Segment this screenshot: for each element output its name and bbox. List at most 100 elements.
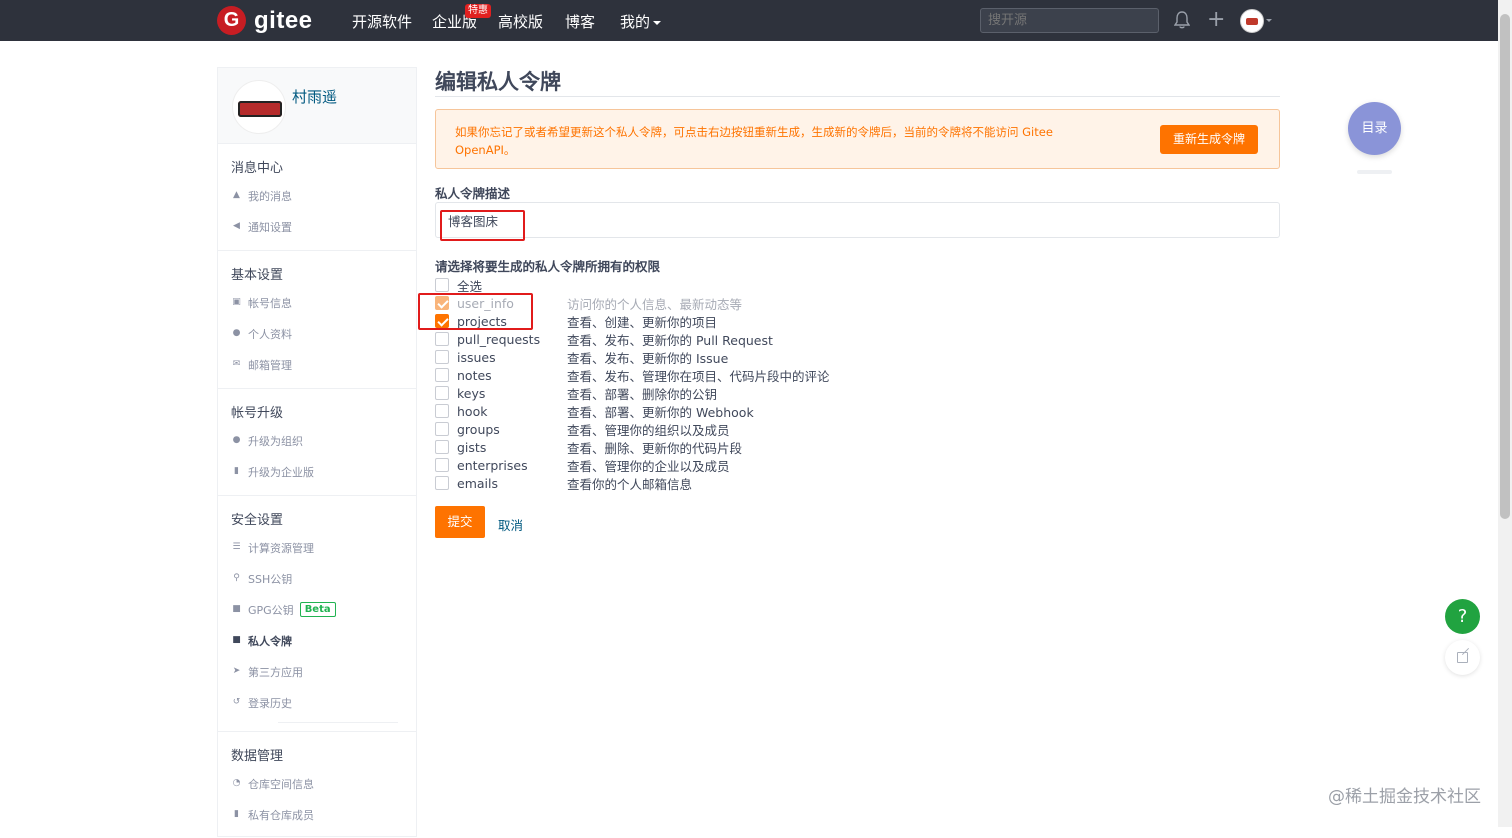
permission-row-enterprises[interactable]: enterprises 查看、管理你的企业以及成员: [435, 456, 730, 474]
permission-checkbox[interactable]: [435, 404, 449, 418]
key-icon: ⚲: [233, 573, 240, 583]
sidebar-item-ssh-keys[interactable]: ⚲ SSH公钥: [218, 563, 416, 594]
sidebar-item-upgrade-enterprise[interactable]: ▮ 升级为企业版: [218, 456, 416, 487]
sidebar-item-private-repo-members[interactable]: ▮ 私有仓库成员: [218, 799, 416, 830]
sidebar-item-my-messages[interactable]: ▲ 我的消息: [218, 180, 416, 211]
bell-icon: ▲: [233, 190, 240, 200]
sidebar-item-compute-resources[interactable]: ☰ 计算资源管理: [218, 532, 416, 563]
sidebar-item-upgrade-org[interactable]: ● 升级为组织: [218, 425, 416, 456]
permission-checkbox[interactable]: [435, 476, 449, 490]
section-account-upgrade: 帐号升级 ● 升级为组织 ▮ 升级为企业版: [218, 389, 416, 496]
permission-name: gists: [457, 439, 487, 455]
sidebar-item-label: 登录历史: [248, 696, 292, 710]
sidebar-item-label: 仓库空间信息: [248, 777, 314, 791]
permission-checkbox[interactable]: [435, 422, 449, 436]
permission-description: 查看、发布、管理你在项目、代码片段中的评论: [567, 368, 830, 384]
section-data-management: 数据管理 ◔ 仓库空间信息 ▮ 私有仓库成员: [218, 732, 416, 838]
section-title: 消息中心: [231, 161, 284, 176]
permission-checkbox[interactable]: [435, 332, 449, 346]
gitee-logo-icon: G: [217, 6, 246, 35]
permission-name: notes: [457, 367, 492, 383]
permission-row-hook[interactable]: hook 查看、部署、更新你的 Webhook: [435, 402, 754, 420]
settings-sidebar: 村雨遥 消息中心 ▲ 我的消息 ◀ 通知设置 基本设置 ▣ 帐号信息 ● 个人资料 ✉ 邮…: [217, 67, 417, 837]
nav-blog[interactable]: 博客: [565, 11, 595, 32]
warning-alert: 如果你忘记了或者希望更新这个私人令牌，可点击右边按钮重新生成，生成新的令牌后，当…: [435, 109, 1280, 169]
permission-row-notes[interactable]: notes 查看、发布、管理你在项目、代码片段中的评论: [435, 366, 830, 384]
section-security-settings: 安全设置 ☰ 计算资源管理 ⚲ SSH公钥 ■ GPG公钥 Beta ■ 私人令牌 ➤ 第三…: [218, 496, 416, 732]
section-title: 基本设置: [231, 268, 284, 283]
divider: [278, 722, 398, 723]
permission-row-emails[interactable]: emails 查看你的个人邮箱信息: [435, 474, 692, 492]
permission-row-groups[interactable]: groups 查看、管理你的组织以及成员: [435, 420, 730, 438]
create-plus-icon[interactable]: +: [1207, 9, 1225, 31]
permission-row-keys[interactable]: keys 查看、部署、删除你的公钥: [435, 384, 717, 402]
table-of-contents-button[interactable]: 目录: [1348, 102, 1401, 155]
permission-description: 查看、删除、更新你的代码片段: [567, 440, 743, 456]
user-icon: ●: [232, 328, 241, 338]
sidebar-item-notification-settings[interactable]: ◀ 通知设置: [218, 211, 416, 242]
permission-row-issues[interactable]: issues 查看、发布、更新你的 Issue: [435, 348, 728, 366]
permission-description: 查看、发布、更新你的 Issue: [567, 350, 729, 366]
select-all-label: 全选: [457, 278, 483, 294]
sidebar-item-label: 私人令牌: [248, 634, 292, 648]
select-all-checkbox[interactable]: [435, 278, 449, 292]
permission-checkbox[interactable]: [435, 350, 449, 364]
sidebar-item-label: 升级为企业版: [248, 465, 314, 479]
sidebar-item-email[interactable]: ✉ 邮箱管理: [218, 349, 416, 380]
cancel-link[interactable]: 取消: [498, 515, 523, 534]
gitee-logo[interactable]: G gitee: [217, 6, 313, 35]
chevron-down-icon: [653, 20, 662, 25]
permission-description: 查看、部署、删除你的公钥: [567, 386, 718, 402]
permission-checkbox[interactable]: [435, 386, 449, 400]
history-icon: ↺: [232, 697, 241, 707]
permission-checkbox[interactable]: [435, 440, 449, 454]
avatar-chevron-down-icon[interactable]: [1266, 19, 1272, 22]
sidebar-item-label: 邮箱管理: [248, 358, 292, 372]
permission-name: groups: [457, 421, 500, 437]
pie-chart-icon: ◔: [232, 778, 241, 788]
permission-description: 访问你的个人信息、最新动态等: [567, 296, 743, 312]
sidebar-item-repo-space[interactable]: ◔ 仓库空间信息: [218, 768, 416, 799]
search-input[interactable]: [980, 8, 1159, 33]
nav-open-source[interactable]: 开源软件: [352, 11, 412, 32]
user-avatar[interactable]: [1240, 9, 1264, 33]
scrollbar-thumb[interactable]: [1500, 14, 1510, 519]
submit-button[interactable]: 提交: [435, 506, 485, 538]
notification-bell-icon[interactable]: [1174, 11, 1190, 29]
sidebar-item-third-party-apps[interactable]: ➤ 第三方应用: [218, 656, 416, 687]
profile-username[interactable]: 村雨遥: [292, 86, 337, 107]
sidebar-item-account-info[interactable]: ▣ 帐号信息: [218, 287, 416, 318]
permission-name: keys: [457, 385, 486, 401]
sidebar-item-label: 通知设置: [248, 220, 292, 234]
permission-checkbox[interactable]: [435, 368, 449, 382]
permission-name: emails: [457, 475, 498, 491]
page-scrollbar[interactable]: [1498, 0, 1512, 827]
toc-shadow: [1357, 170, 1392, 174]
sidebar-item-profile[interactable]: ● 个人资料: [218, 318, 416, 349]
seal-logo-image: [238, 101, 282, 117]
permission-name: issues: [457, 349, 496, 365]
sidebar-item-login-history[interactable]: ↺ 登录历史: [218, 687, 416, 718]
permission-row-pull-requests[interactable]: pull_requests 查看、发布、更新你的 Pull Request: [435, 330, 773, 348]
annotation-highlight-box: [418, 293, 533, 330]
regenerate-token-button[interactable]: 重新生成令牌: [1160, 125, 1258, 154]
permission-description: 查看、管理你的组织以及成员: [567, 422, 730, 438]
permissions-label: 请选择将要生成的私人令牌所拥有的权限: [435, 259, 661, 274]
building-icon: ▮: [234, 809, 239, 819]
sidebar-item-gpg-keys[interactable]: ■ GPG公钥 Beta: [218, 594, 416, 625]
sidebar-item-label: 帐号信息: [248, 296, 292, 310]
share-external-button[interactable]: [1445, 640, 1480, 675]
help-button[interactable]: ?: [1445, 599, 1480, 634]
permission-description: 查看、发布、更新你的 Pull Request: [567, 332, 773, 348]
id-card-icon: ▣: [232, 297, 241, 307]
sidebar-item-private-tokens[interactable]: ■ 私人令牌: [218, 625, 416, 656]
permission-checkbox[interactable]: [435, 458, 449, 472]
permission-row-gists[interactable]: gists 查看、删除、更新你的代码片段: [435, 438, 742, 456]
nav-university[interactable]: 高校版: [498, 11, 543, 32]
page-title: 编辑私人令牌: [435, 70, 561, 94]
token-description-input[interactable]: [435, 202, 1280, 238]
sidebar-item-label: SSH公钥: [248, 572, 293, 586]
profile-avatar[interactable]: [232, 80, 286, 134]
nav-mine-dropdown[interactable]: 我的: [620, 11, 662, 32]
select-all-row[interactable]: 全选: [435, 276, 482, 294]
